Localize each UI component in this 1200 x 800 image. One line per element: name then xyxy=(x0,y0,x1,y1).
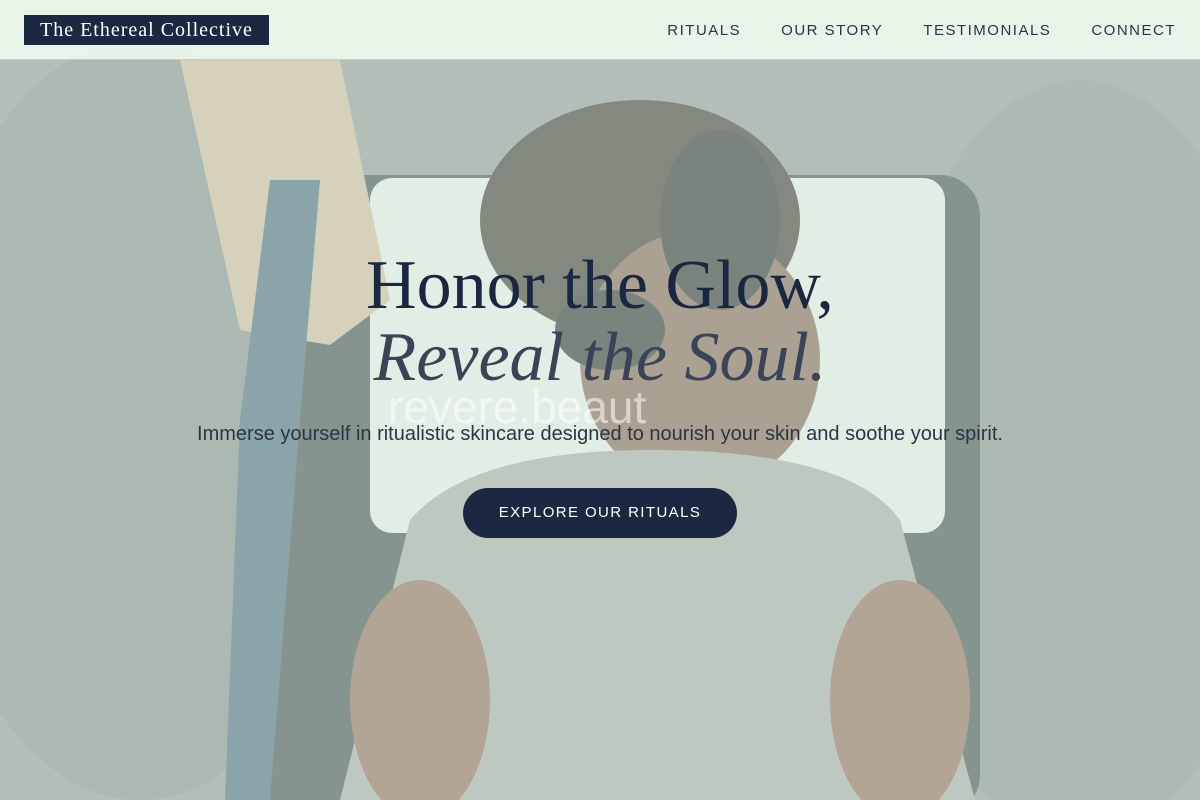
nav-link-rituals[interactable]: RITUALS xyxy=(667,22,741,39)
site-header: The Ethereal Collective RITUALS OUR STOR… xyxy=(0,0,1200,60)
explore-rituals-button[interactable]: EXPLORE OUR RITUALS xyxy=(463,488,737,538)
main-navigation: RITUALS OUR STORY TESTIMONIALS CONNECT xyxy=(667,0,1176,60)
hero-subtitle: Immerse yourself in ritualistic skincare… xyxy=(197,423,1003,445)
hero-title-line-2: Reveal the Soul. xyxy=(373,319,827,396)
brand-logo[interactable]: The Ethereal Collective xyxy=(24,15,269,45)
hero-section: Honor the Glow, Reveal the Soul. Immerse… xyxy=(150,250,1050,538)
nav-link-testimonials[interactable]: TESTIMONIALS xyxy=(923,22,1051,39)
hero-title-line-1: Honor the Glow, xyxy=(366,247,834,324)
nav-link-our-story[interactable]: OUR STORY xyxy=(781,22,883,39)
hero-title: Honor the Glow, Reveal the Soul. xyxy=(150,250,1050,394)
nav-link-connect[interactable]: CONNECT xyxy=(1091,22,1176,39)
